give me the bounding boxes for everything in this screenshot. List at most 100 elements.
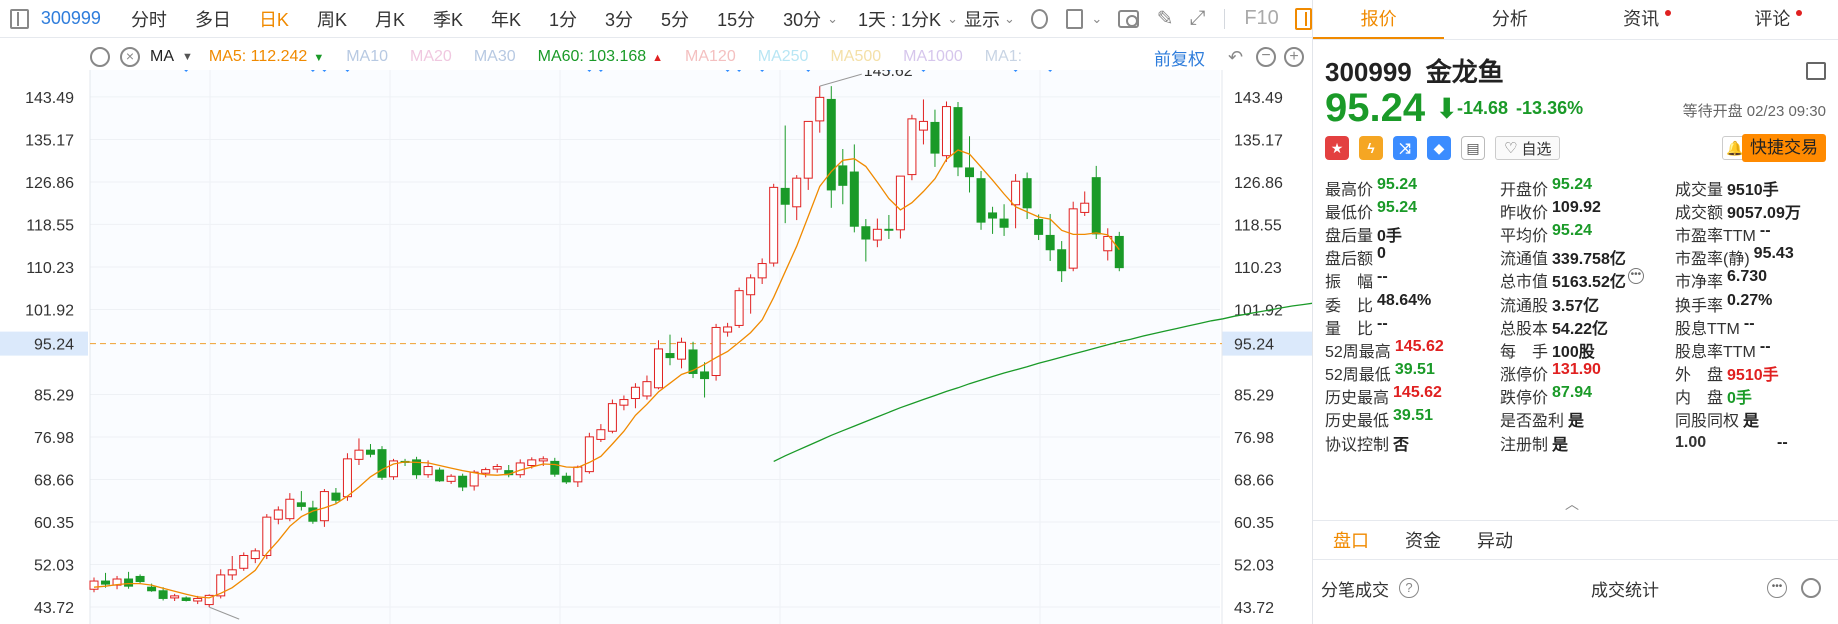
chevron-down-icon[interactable]: ▼: [182, 51, 193, 63]
quote-label: 股息TTM: [1675, 320, 1740, 338]
ma-item[interactable]: MA60: 103.168 ▲: [538, 48, 663, 66]
close-icon[interactable]: ×: [120, 47, 140, 67]
period-tab[interactable]: 周K: [303, 6, 361, 32]
candle-body: [769, 186, 779, 264]
square-icon[interactable]: [1066, 8, 1084, 29]
more-icon[interactable]: •••: [1627, 268, 1644, 285]
ma-label[interactable]: MA: [150, 48, 174, 66]
sub-tabs: 盘口 资金 异动: [1313, 520, 1838, 560]
panel-tab[interactable]: 评论: [1707, 0, 1838, 39]
period-tab[interactable]: 日K: [245, 6, 303, 32]
restore-rights-button[interactable]: 前复权: [1154, 45, 1205, 70]
quote-label: 52周最低: [1325, 367, 1391, 385]
period-tab[interactable]: 15分: [703, 6, 769, 32]
ma-item[interactable]: MA120: [685, 48, 736, 66]
quote-cell: 股息率TTM --: [1675, 338, 1831, 362]
zoom-out-icon[interactable]: −: [1256, 47, 1276, 67]
panel-toggle-icon[interactable]: [1294, 7, 1313, 30]
f10-button[interactable]: F10: [1244, 7, 1278, 30]
gear-icon[interactable]: [1801, 578, 1821, 598]
camera-icon[interactable]: [1118, 9, 1139, 28]
quote-label: 流通股: [1500, 297, 1549, 315]
ma-item[interactable]: MA1:: [985, 48, 1022, 66]
zoom-in-icon[interactable]: +: [1284, 47, 1304, 67]
quote-label: 昨收价: [1500, 204, 1549, 222]
ma-item[interactable]: MA250: [758, 48, 809, 66]
quote-value: 109.92: [1552, 198, 1601, 216]
quote-value: 5163.52亿: [1552, 274, 1626, 292]
fullscreen-icon[interactable]: ⤢: [1190, 7, 1206, 30]
quote-value: 9057.09万: [1727, 204, 1801, 222]
bookmark-icon[interactable]: ▤: [1461, 136, 1485, 160]
sub-tab[interactable]: 资金: [1405, 521, 1441, 559]
panel-tab[interactable]: 报价: [1313, 0, 1445, 39]
interval-select[interactable]: 1天 : 1分K: [844, 6, 955, 32]
sub-tab[interactable]: 异动: [1477, 521, 1513, 559]
quote-value: --: [1759, 337, 1771, 355]
candle-body: [435, 469, 445, 482]
quote-cell: 盘后额 0: [1325, 245, 1500, 269]
quote-value: 48.64%: [1377, 291, 1432, 309]
quote-cell: 昨收价 109.92: [1500, 199, 1675, 223]
ma-item[interactable]: MA500: [830, 48, 881, 66]
pen-icon[interactable]: ✎: [1157, 6, 1174, 31]
help-icon[interactable]: ?: [1399, 578, 1419, 598]
period-tab[interactable]: 月K: [361, 6, 419, 32]
candle-body: [988, 212, 998, 219]
ma-item[interactable]: MA1000: [903, 48, 963, 66]
panel-tab[interactable]: 分析: [1444, 0, 1575, 39]
period-more-chevron-icon[interactable]: ⌄: [827, 11, 838, 27]
chevron-down-icon[interactable]: ⌄: [1004, 11, 1015, 27]
quote-cell: 涨停价 131.90: [1500, 361, 1675, 385]
period-tab[interactable]: 3分: [591, 6, 647, 32]
candle-body: [965, 167, 975, 178]
quote-value: --: [1777, 433, 1788, 451]
quote-label: 历史最低: [1325, 413, 1390, 431]
gear-icon[interactable]: [1030, 8, 1049, 29]
undo-icon[interactable]: ↶: [1228, 47, 1243, 68]
settings-icon[interactable]: [90, 47, 110, 67]
candlestick-chart[interactable]: 43.72 43.72 52.03 52.03 60.35 60.35 68.66 68.66…: [0, 70, 1312, 624]
quote-value: 95.43: [1753, 245, 1794, 263]
candle-body: [780, 187, 790, 205]
quote-cell: 跌停价 87.94: [1500, 384, 1675, 408]
period-tab[interactable]: 季K: [419, 6, 477, 32]
lightning-icon[interactable]: ϟ: [1359, 136, 1383, 160]
candle-body: [550, 460, 560, 475]
tag-icon[interactable]: ◆: [1427, 136, 1451, 160]
candle-body: [918, 120, 928, 131]
list-icon[interactable]: [1806, 62, 1826, 80]
china-flag-icon[interactable]: ★: [1325, 136, 1349, 160]
period-tab[interactable]: 年K: [477, 6, 535, 32]
quote-label: 1.00: [1675, 433, 1707, 451]
tick-trades-label[interactable]: 分笔成交: [1321, 576, 1389, 601]
quote-row: 委 比 48.64% 流通股 3.57亿 换手率 0.27%: [1325, 292, 1831, 315]
ma-item-label: MA1000: [903, 48, 963, 65]
trade-stats-label[interactable]: 成交统计: [1591, 576, 1659, 601]
more-icon[interactable]: •••: [1767, 578, 1787, 598]
period-tab[interactable]: 分时: [117, 6, 181, 32]
panel-tab[interactable]: 资讯: [1576, 0, 1707, 39]
quote-label: 是否盈利: [1500, 413, 1565, 431]
quote-value: 39.51: [1393, 407, 1434, 425]
add-watchlist-button[interactable]: ♡ 自选: [1495, 136, 1561, 160]
period-tab[interactable]: 1分: [535, 6, 591, 32]
sidebar-toggle-icon[interactable]: [10, 8, 29, 29]
ma-item[interactable]: MA5: 112.242 ▼: [209, 48, 324, 66]
display-select[interactable]: 显示: [964, 6, 1004, 32]
ma-item[interactable]: MA10: [346, 48, 388, 66]
chevron-down-icon[interactable]: ⌄: [947, 11, 958, 27]
chevron-down-icon[interactable]: ⌄: [1091, 11, 1102, 27]
sub-tab[interactable]: 盘口: [1333, 521, 1369, 559]
period-tab[interactable]: 5分: [647, 6, 703, 32]
quick-trade-button[interactable]: 快捷交易: [1742, 134, 1826, 162]
ma-item[interactable]: MA20: [410, 48, 452, 66]
shuffle-icon[interactable]: ⤨: [1393, 136, 1417, 160]
candle-body: [838, 165, 848, 186]
period-tab[interactable]: 多日: [181, 6, 245, 32]
collapse-chevron-icon[interactable]: ︿: [1565, 494, 1579, 514]
period-tab[interactable]: 30分: [769, 6, 835, 32]
ma-item[interactable]: MA30: [474, 48, 516, 66]
candle-body: [135, 575, 145, 583]
y-tick-label-right: 60.35: [1234, 515, 1274, 532]
